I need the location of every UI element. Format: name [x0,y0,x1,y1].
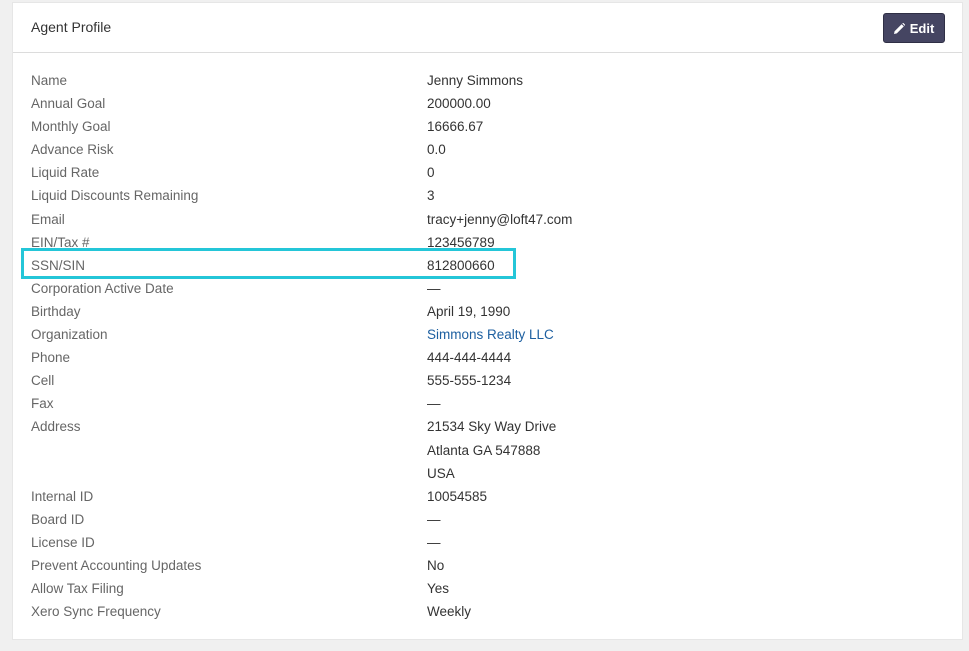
field-label: EIN/Tax # [31,234,90,250]
field-row-phone: Phone 444-444-4444 [31,348,946,371]
field-row-advance-risk: Advance Risk 0.0 [31,140,946,163]
field-label: Allow Tax Filing [31,581,124,597]
field-row-annual-goal: Annual Goal 200000.00 [31,94,946,117]
field-value: 16666.67 [427,119,484,135]
field-value: 0 [427,165,435,181]
field-row-ein-tax: EIN/Tax # 123456789 [31,233,946,256]
field-label: License ID [31,534,95,550]
field-row-board-id: Board ID — [31,510,946,533]
field-label: Liquid Rate [31,165,100,181]
field-value: — [427,396,441,412]
field-row-liquid-rate: Liquid Rate 0 [31,163,946,186]
field-value: 200000.00 [427,96,491,112]
organization-link[interactable]: Simmons Realty LLC [427,327,554,342]
field-label: Monthly Goal [31,119,111,135]
field-value: 123456789 [427,234,495,250]
field-row-internal-id: Internal ID 10054585 [31,487,946,510]
field-row-ssn-sin: SSN/SIN 812800660 [31,256,946,279]
panel-header: Agent Profile Edit [13,3,962,53]
field-value: Yes [427,581,450,597]
field-label: Corporation Active Date [31,280,174,296]
agent-profile-panel: Agent Profile Edit Name Jenny Simmons An… [12,2,963,640]
field-row-prevent-accounting-updates: Prevent Accounting Updates No [31,556,946,579]
field-label: SSN/SIN [31,257,86,273]
field-value: 21534 Sky Way Drive [427,419,557,435]
field-label: Liquid Discounts Remaining [31,188,199,204]
field-label: Advance Risk [31,142,114,158]
field-value: — [427,511,441,527]
panel-title: Agent Profile [31,19,112,35]
field-row-birthday: Birthday April 19, 1990 [31,302,946,325]
field-label: Xero Sync Frequency [31,604,161,620]
field-row-address-line-2: Atlanta GA 547888 [31,441,946,464]
field-row-organization: Organization Simmons Realty LLC [31,325,946,348]
field-row-fax: Fax — [31,394,946,417]
edit-button[interactable]: Edit [883,13,945,43]
field-row-address-line-3: USA [31,464,946,487]
field-value: Atlanta GA 547888 [427,442,541,458]
field-value: — [427,534,441,550]
field-label: Board ID [31,511,85,527]
field-row-corporation-active-date: Corporation Active Date — [31,279,946,302]
field-row-xero-sync-frequency: Xero Sync Frequency Weekly [31,602,946,625]
field-value: tracy+jenny@loft47.com [427,211,573,227]
field-label: Cell [31,373,55,389]
field-value: USA [427,465,455,481]
field-value: No [427,557,445,573]
field-row-email: Email tracy+jenny@loft47.com [31,210,946,233]
field-value: Jenny Simmons [427,73,524,88]
field-row-monthly-goal: Monthly Goal 16666.67 [31,117,946,140]
field-value: — [427,280,441,296]
field-label: Organization [31,327,108,343]
field-row-liquid-discounts-remaining: Liquid Discounts Remaining 3 [31,186,946,209]
field-row-address: Address 21534 Sky Way Drive [31,417,946,440]
field-label: Birthday [31,303,81,319]
field-label: Annual Goal [31,96,106,112]
field-value: 3 [427,188,435,204]
field-label: Internal ID [31,488,94,504]
field-value: 10054585 [427,488,488,504]
field-value: 0.0 [427,142,446,158]
field-value: April 19, 1990 [427,303,511,319]
profile-fields: Name Jenny Simmons Annual Goal 200000.00… [31,71,946,625]
field-label: Address [31,419,81,435]
field-value: Weekly [427,604,472,620]
field-row-license-id: License ID — [31,533,946,556]
field-value: 444-444-4444 [427,350,512,366]
edit-button-label: Edit [909,20,935,36]
field-label: Phone [31,350,71,366]
field-label: Email [31,211,65,227]
field-row-name: Name Jenny Simmons [31,71,946,94]
field-label: Fax [31,396,54,412]
field-value: 555-555-1234 [427,373,512,389]
field-value: 812800660 [427,257,495,273]
field-row-cell: Cell 555-555-1234 [31,371,946,394]
pencil-icon [893,22,905,34]
field-row-allow-tax-filing: Allow Tax Filing Yes [31,579,946,602]
field-label: Name [31,73,68,88]
field-label: Prevent Accounting Updates [31,557,202,573]
